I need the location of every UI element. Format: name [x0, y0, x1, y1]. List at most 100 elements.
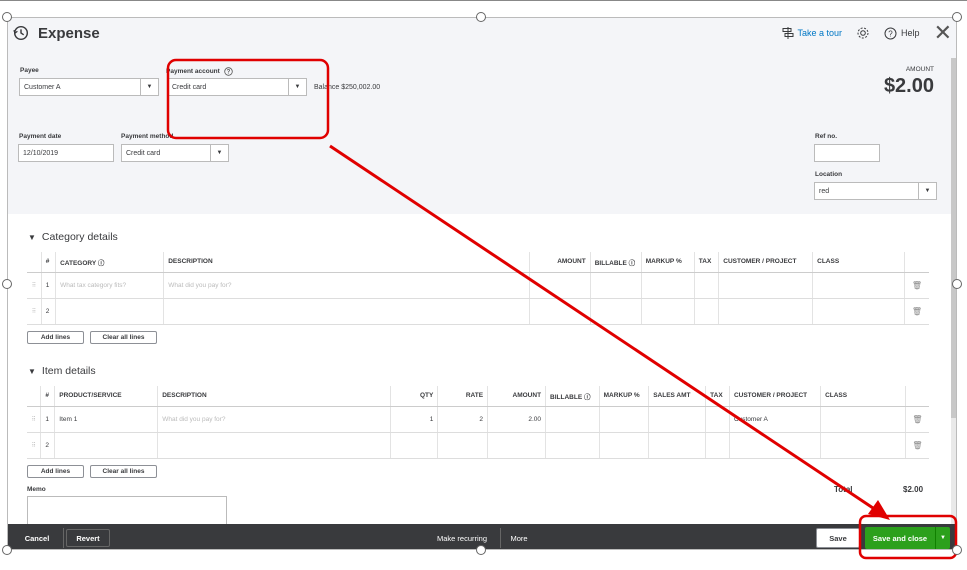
description-input[interactable]: [157, 432, 391, 459]
more-button[interactable]: More: [506, 529, 532, 547]
make-recurring-button[interactable]: Make recurring: [430, 529, 494, 547]
clear-all-lines-button[interactable]: Clear all lines: [90, 465, 157, 478]
table-row[interactable]: ⠿ 2 🗑: [27, 298, 929, 325]
close-icon[interactable]: ✕: [934, 22, 952, 44]
col-billable-label: BILLABLE: [550, 393, 583, 401]
markup-input[interactable]: [640, 272, 695, 299]
col-category-label: CATEGORY: [60, 259, 97, 267]
payment-method-select[interactable]: Credit card ▼: [121, 144, 229, 162]
payment-account-select[interactable]: Credit card ▼: [167, 78, 307, 96]
table-row[interactable]: ⠿ 1 Item 1 What did you pay for? 1 2 2.0…: [27, 406, 929, 433]
product-input[interactable]: Item 1: [54, 406, 158, 433]
class-input[interactable]: [820, 406, 906, 433]
resize-handle[interactable]: [476, 12, 486, 22]
billable-checkbox[interactable]: [589, 272, 642, 299]
product-input[interactable]: [54, 432, 158, 459]
scrollbar-thumb[interactable]: [951, 58, 956, 418]
location-select[interactable]: red ▼: [814, 182, 937, 200]
customer-input[interactable]: [718, 298, 813, 325]
drag-handle-icon[interactable]: ⠿: [27, 298, 42, 325]
drag-handle-icon[interactable]: ⠿: [27, 432, 41, 459]
amount-input[interactable]: [528, 272, 591, 299]
tax-checkbox[interactable]: [705, 432, 730, 459]
amount-input[interactable]: 2.00: [487, 406, 546, 433]
info-icon[interactable]: ?: [224, 67, 233, 76]
trash-icon[interactable]: 🗑: [904, 406, 929, 433]
revert-button[interactable]: Revert: [66, 529, 110, 547]
category-table: # CATEGORY ⓘ DESCRIPTION AMOUNT BILLABLE…: [27, 252, 929, 325]
save-and-close-button[interactable]: Save and close ▼: [865, 527, 950, 549]
drag-handle-icon[interactable]: ⠿: [27, 272, 42, 299]
qty-input[interactable]: 1: [389, 406, 438, 433]
trash-icon[interactable]: 🗑: [903, 298, 929, 325]
description-input[interactable]: What did you pay for?: [163, 272, 529, 299]
markup-input[interactable]: [598, 406, 649, 433]
add-lines-button[interactable]: Add lines: [27, 331, 84, 344]
payment-date-label: Payment date: [19, 133, 62, 140]
rate-input[interactable]: [437, 432, 488, 459]
table-row[interactable]: ⠿ 1 What tax category fits? What did you…: [27, 272, 929, 299]
customer-input[interactable]: Customer A: [728, 406, 821, 433]
gear-icon[interactable]: [856, 26, 870, 40]
payee-select[interactable]: Customer A ▼: [19, 78, 159, 96]
resize-handle[interactable]: [952, 545, 962, 555]
resize-handle[interactable]: [2, 279, 12, 289]
description-input[interactable]: What did you pay for?: [157, 406, 391, 433]
customer-input[interactable]: [718, 272, 813, 299]
clear-all-lines-button[interactable]: Clear all lines: [90, 331, 157, 344]
payment-date-input[interactable]: 12/10/2019: [18, 144, 114, 162]
tax-checkbox[interactable]: [693, 272, 719, 299]
col-class: CLASS: [820, 386, 906, 407]
item-details-header[interactable]: ▼ Item details: [28, 365, 96, 377]
chevron-down-icon: ▼: [210, 145, 228, 161]
drag-handle-icon[interactable]: ⠿: [27, 406, 41, 433]
markup-input[interactable]: [640, 298, 695, 325]
resize-handle[interactable]: [476, 545, 486, 555]
col-drag: [27, 252, 42, 273]
trash-icon[interactable]: 🗑: [903, 272, 929, 299]
table-header-row: # CATEGORY ⓘ DESCRIPTION AMOUNT BILLABLE…: [27, 252, 929, 273]
trash-icon[interactable]: 🗑: [904, 432, 929, 459]
sales-amt-input[interactable]: [648, 432, 706, 459]
category-input[interactable]: What tax category fits?: [55, 272, 164, 299]
billable-checkbox[interactable]: [545, 406, 600, 433]
recent-transactions-icon[interactable]: [12, 24, 30, 42]
sales-amt-input[interactable]: [648, 406, 706, 433]
resize-handle[interactable]: [2, 12, 12, 22]
tax-checkbox[interactable]: [693, 298, 719, 325]
payee-value: Customer A: [24, 83, 61, 91]
resize-handle[interactable]: [952, 12, 962, 22]
cancel-button[interactable]: Cancel: [16, 529, 58, 547]
location-value: red: [819, 187, 830, 195]
ref-no-input[interactable]: [814, 144, 880, 162]
billable-checkbox[interactable]: [545, 432, 600, 459]
chevron-down-icon[interactable]: ▼: [935, 527, 950, 549]
class-input[interactable]: [820, 432, 906, 459]
class-input[interactable]: [812, 272, 905, 299]
tax-checkbox[interactable]: [705, 406, 730, 433]
qty-input[interactable]: [389, 432, 438, 459]
balance-label: Balance: [314, 84, 340, 91]
take-tour-link[interactable]: Take a tour: [782, 27, 842, 39]
rate-input[interactable]: 2: [437, 406, 488, 433]
add-lines-button[interactable]: Add lines: [27, 465, 84, 478]
location-label: Location: [815, 171, 843, 178]
customer-input[interactable]: [728, 432, 821, 459]
title-row: Expense: [12, 24, 100, 42]
description-input[interactable]: [163, 298, 529, 325]
billable-checkbox[interactable]: [589, 298, 642, 325]
category-details-header[interactable]: ▼ Category details: [28, 231, 118, 243]
help-button[interactable]: ? Help: [884, 27, 920, 40]
header-area: Expense Take a tour ? Help ✕ Payee Custo…: [8, 18, 956, 214]
amount-input[interactable]: [487, 432, 546, 459]
save-button[interactable]: Save: [816, 528, 860, 548]
resize-handle[interactable]: [2, 545, 12, 555]
resize-handle[interactable]: [952, 279, 962, 289]
category-input[interactable]: [55, 298, 164, 325]
markup-input[interactable]: [598, 432, 649, 459]
amount-input[interactable]: [528, 298, 591, 325]
scrollbar[interactable]: [951, 58, 956, 524]
table-row[interactable]: ⠿ 2 🗑: [27, 432, 929, 459]
memo-label: Memo: [27, 486, 46, 493]
class-input[interactable]: [812, 298, 905, 325]
